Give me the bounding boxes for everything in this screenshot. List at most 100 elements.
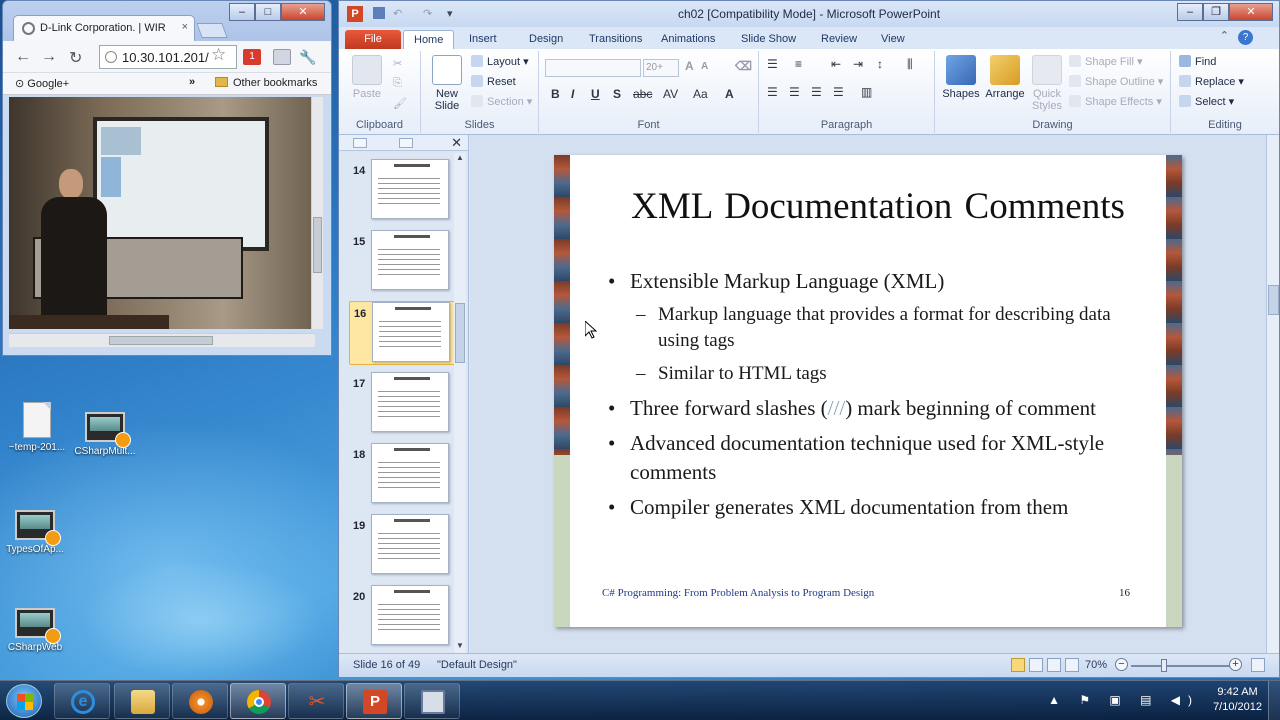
- close-panel-icon[interactable]: ✕: [451, 135, 462, 151]
- start-button[interactable]: [6, 684, 42, 718]
- desktop-icon-typesofap[interactable]: TypesOfAp...: [0, 508, 72, 555]
- shape-effects-button[interactable]: Shape Effects ▾: [1069, 95, 1162, 108]
- slide-thumbnail[interactable]: 17: [349, 372, 459, 436]
- clear-formatting-icon[interactable]: ⌫: [735, 59, 752, 73]
- taskbar-powerpoint[interactable]: P: [346, 683, 402, 719]
- layout-button[interactable]: Layout ▾: [471, 55, 529, 68]
- line-spacing-icon[interactable]: ↕: [877, 57, 883, 71]
- desktop-icon-csharpweb[interactable]: CSharpWeb: [0, 606, 72, 653]
- tab-insert[interactable]: Insert: [459, 30, 507, 49]
- new-tab-button[interactable]: [196, 23, 228, 38]
- new-slide-button[interactable]: New Slide: [427, 55, 467, 112]
- forward-icon[interactable]: →: [41, 48, 57, 66]
- slide-show-view-icon[interactable]: [1065, 658, 1079, 672]
- slide-title[interactable]: XML Documentation Comments: [594, 185, 1162, 228]
- maximize-button[interactable]: □: [255, 3, 281, 21]
- thumbnail-scrollbar[interactable]: ▲ ▼: [454, 153, 466, 653]
- tab-close-icon[interactable]: ×: [182, 21, 188, 33]
- text-direction-icon[interactable]: ⫼: [907, 57, 913, 72]
- slide-thumbnail[interactable]: 20: [349, 585, 459, 649]
- tab-design[interactable]: Design: [519, 30, 573, 49]
- back-icon[interactable]: ←: [15, 48, 31, 66]
- close-window-button[interactable]: ✕: [281, 3, 325, 21]
- font-color-icon[interactable]: A: [725, 87, 734, 101]
- tab-transitions[interactable]: Transitions: [579, 30, 652, 49]
- zoom-level[interactable]: 70%: [1085, 659, 1107, 671]
- other-bookmarks[interactable]: Other bookmarks: [215, 77, 317, 89]
- tab-view[interactable]: View: [871, 30, 915, 49]
- select-button[interactable]: Select ▾: [1179, 95, 1234, 108]
- taskbar-explorer[interactable]: [114, 683, 170, 719]
- tab-review[interactable]: Review: [811, 30, 867, 49]
- slides-tab-icon[interactable]: [353, 138, 367, 148]
- horizontal-scrollbar[interactable]: [9, 333, 315, 347]
- bold-icon[interactable]: B: [551, 87, 560, 101]
- zoom-slider-track[interactable]: [1131, 665, 1231, 667]
- tab-animations[interactable]: Animations: [651, 30, 725, 49]
- align-left-icon[interactable]: ☰: [767, 85, 778, 99]
- underline-icon[interactable]: U: [591, 87, 600, 101]
- zoom-slider-thumb[interactable]: [1161, 659, 1167, 672]
- slide-sorter-view-icon[interactable]: [1029, 658, 1043, 672]
- slide-body[interactable]: Extensible Markup Language (XML) Markup …: [606, 267, 1112, 528]
- extension-badge-icon[interactable]: 1: [243, 49, 261, 65]
- bookmarks-overflow-button[interactable]: »: [189, 76, 195, 88]
- close-window-button[interactable]: ✕: [1229, 3, 1273, 21]
- shapes-button[interactable]: Shapes: [941, 55, 981, 100]
- strikethrough-icon[interactable]: abc: [633, 87, 652, 101]
- font-size-combo[interactable]: 20+: [643, 59, 679, 77]
- vertical-scrollbar[interactable]: [311, 97, 323, 329]
- character-spacing-icon[interactable]: AV: [663, 87, 678, 101]
- tab-home[interactable]: Home: [403, 30, 455, 49]
- cut-icon[interactable]: ✂: [393, 57, 402, 70]
- increase-indent-icon[interactable]: ⇥: [853, 57, 863, 71]
- zoom-in-icon[interactable]: +: [1229, 658, 1242, 671]
- bookmark-google[interactable]: ⊙ Google+: [15, 77, 69, 90]
- slide-thumbnail[interactable]: 14: [349, 159, 459, 223]
- paste-button[interactable]: Paste: [347, 55, 387, 100]
- bookmark-star-icon[interactable]: ☆: [211, 45, 226, 65]
- taskbar-snipping-tool[interactable]: ✂: [288, 683, 344, 719]
- restore-button[interactable]: ❐: [1203, 3, 1229, 21]
- numbering-icon[interactable]: ≡: [795, 57, 802, 71]
- shrink-font-icon[interactable]: A: [701, 61, 708, 72]
- fit-slide-icon[interactable]: [1251, 658, 1265, 672]
- slide-thumbnail[interactable]: 15: [349, 230, 459, 294]
- minimize-button[interactable]: –: [229, 3, 255, 21]
- normal-view-icon[interactable]: [1011, 658, 1025, 672]
- taskbar-chrome[interactable]: [230, 683, 286, 719]
- justify-icon[interactable]: ☰: [833, 85, 844, 99]
- minimize-ribbon-icon[interactable]: ⌃: [1220, 29, 1229, 42]
- tab-file[interactable]: File: [345, 30, 401, 49]
- shape-outline-button[interactable]: Shape Outline ▾: [1069, 75, 1163, 88]
- shape-fill-button[interactable]: Shape Fill ▾: [1069, 55, 1143, 68]
- bullets-icon[interactable]: ☰: [767, 57, 778, 71]
- reset-button[interactable]: Reset: [471, 75, 516, 88]
- slide-thumbnail[interactable]: 18: [349, 443, 459, 507]
- arrange-button[interactable]: Arrange: [983, 55, 1027, 100]
- copy-icon[interactable]: ⎘: [393, 77, 402, 90]
- help-icon[interactable]: ?: [1238, 30, 1253, 45]
- reload-icon[interactable]: ↻: [69, 48, 82, 68]
- editor-scrollbar[interactable]: [1266, 135, 1279, 655]
- desktop-icon-temp[interactable]: ~temp-201...: [0, 402, 74, 453]
- desktop-icon-csharpmult[interactable]: CSharpMult...: [68, 410, 142, 457]
- shadow-icon[interactable]: S: [613, 87, 621, 101]
- taskbar-internet-explorer[interactable]: e: [54, 683, 110, 719]
- columns-icon[interactable]: ▥: [861, 85, 872, 99]
- font-name-combo[interactable]: [545, 59, 641, 77]
- change-case-icon[interactable]: Aa: [693, 87, 708, 101]
- format-painter-icon[interactable]: 🖌: [393, 97, 407, 110]
- replace-button[interactable]: Replace ▾: [1179, 75, 1244, 88]
- grow-font-icon[interactable]: A: [685, 59, 694, 73]
- show-desktop-button[interactable]: [1268, 681, 1280, 720]
- align-right-icon[interactable]: ☰: [811, 85, 822, 99]
- decrease-indent-icon[interactable]: ⇤: [831, 57, 841, 71]
- wrench-icon[interactable]: 🔧: [299, 49, 317, 65]
- slide-thumbnail-selected[interactable]: 16: [349, 301, 459, 365]
- quick-styles-button[interactable]: Quick Styles: [1027, 55, 1067, 112]
- tab-slide-show[interactable]: Slide Show: [731, 30, 806, 49]
- italic-icon[interactable]: I: [571, 87, 574, 101]
- slide-canvas[interactable]: XML Documentation Comments Extensible Ma…: [554, 155, 1182, 627]
- outline-tab-icon[interactable]: [399, 138, 413, 148]
